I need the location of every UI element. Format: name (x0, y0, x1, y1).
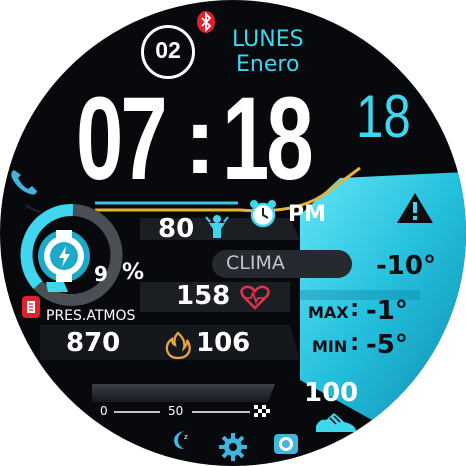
svg-text:z: z (184, 433, 188, 441)
alarm-icon[interactable] (248, 198, 278, 228)
pressure-value: 870 (66, 328, 121, 358)
camera-icon[interactable] (272, 430, 300, 456)
day-number: 02 (155, 37, 181, 63)
battery-percent-sign: % (122, 260, 145, 285)
bluetooth-icon (197, 11, 215, 33)
weekday: LUNES (232, 27, 304, 52)
shoe-icon (316, 413, 356, 432)
pressure-label: PRES.ATMOS (46, 308, 136, 324)
progress-mid-label: 50 (168, 404, 184, 418)
seconds: 18 (356, 83, 411, 150)
progress-start-label: 0 (100, 404, 108, 418)
max-temp: -1° (366, 296, 408, 326)
person-icon (205, 215, 229, 238)
hours: 07 (76, 73, 168, 205)
heart-icon (240, 285, 270, 310)
warning-icon (397, 193, 433, 223)
ampm: PM (288, 202, 327, 227)
moon-icon[interactable]: z (168, 428, 192, 452)
watch-face: 02 LUNES Enero 07 : 18 18 80 PM 9 % CLIM… (0, 0, 466, 466)
min-temp: -5° (366, 330, 408, 360)
barometer-icon (22, 296, 40, 318)
flame-icon (165, 331, 191, 360)
time-separator: : (184, 87, 216, 194)
gear-icon[interactable] (218, 432, 248, 462)
weather-label: CLIMA (226, 252, 285, 274)
min-label: MIN (312, 337, 348, 356)
battery-percent-value: 9 (94, 262, 108, 286)
progress-bar-track (92, 384, 275, 402)
max-label: MAX (308, 303, 349, 322)
calories-value: 106 (196, 328, 251, 358)
progress-scale (114, 411, 250, 413)
minutes: 18 (222, 73, 314, 205)
steps-value: 100 (304, 378, 359, 408)
checkered-flag-icon (254, 405, 270, 417)
current-temp: -10° (376, 251, 436, 281)
heart-rate-value: 158 (176, 281, 231, 311)
heart-rate-top-value: 80 (158, 214, 195, 244)
phone-icon[interactable] (8, 166, 38, 196)
